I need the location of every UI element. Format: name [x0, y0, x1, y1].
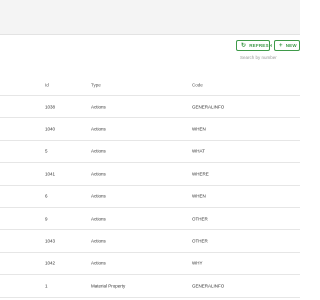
cell-id: 1038 [45, 104, 56, 110]
cell-code: WHAT [192, 148, 205, 154]
cell-code: WHEN [192, 126, 206, 132]
table-header: Id Type Code [0, 74, 300, 96]
cell-code: GENERALINFO [192, 283, 225, 289]
table-row[interactable]: 1038 Actions GENERALINFO [0, 96, 300, 119]
cell-id: 1042 [45, 260, 56, 266]
cell-code: WHERE [192, 171, 209, 177]
cell-code: WHEN [192, 193, 206, 199]
cell-type: Actions [91, 238, 106, 244]
column-header-type[interactable]: Type [91, 82, 101, 87]
refresh-icon: ↻ [241, 42, 247, 49]
cell-id: 1040 [45, 126, 56, 132]
new-button-label: NEW [285, 43, 297, 48]
column-header-id[interactable]: Id [45, 82, 49, 87]
table-row[interactable]: 1043 Actions OTHER [0, 230, 300, 253]
toolbar: ↻ REFRESH + NEW [236, 40, 300, 51]
cell-id: 5 [45, 148, 48, 154]
table-row[interactable]: 6 Actions WHEN [0, 186, 300, 208]
table-row[interactable]: 9 Actions OTHER [0, 208, 300, 231]
cell-code: GENERALINFO [192, 104, 225, 110]
cell-type: Actions [91, 126, 106, 132]
cell-id: 1043 [45, 238, 56, 244]
table-row[interactable]: 1042 Actions WHY [0, 253, 300, 276]
cell-type: Actions [91, 260, 106, 266]
cell-id: 6 [45, 193, 48, 199]
refresh-button[interactable]: ↻ REFRESH [236, 40, 273, 51]
cell-type: Actions [91, 104, 106, 110]
table-row[interactable]: 1040 Actions WHEN [0, 118, 300, 141]
plus-icon: + [279, 42, 283, 49]
cell-code: OTHER [192, 216, 208, 222]
cell-id: 1 [45, 283, 48, 289]
cell-type: Actions [91, 216, 106, 222]
table-row[interactable]: 1 Material Property GENERALINFO [0, 275, 300, 298]
top-bar [0, 0, 300, 35]
cell-type: Material Property [91, 283, 126, 289]
cell-type: Actions [91, 148, 106, 154]
cell-code: OTHER [192, 238, 208, 244]
data-table: Id Type Code 1038 Actions GENERALINFO 10… [0, 74, 300, 298]
cell-type: Actions [91, 193, 106, 199]
cell-id: 9 [45, 216, 48, 222]
refresh-button-label: REFRESH [249, 43, 273, 48]
cell-id: 1041 [45, 171, 56, 177]
column-header-code[interactable]: Code [192, 82, 203, 87]
search-input[interactable] [240, 53, 278, 61]
table-row[interactable]: 1041 Actions WHERE [0, 163, 300, 186]
cell-type: Actions [91, 171, 106, 177]
cell-code: WHY [192, 260, 203, 266]
table-row[interactable]: 5 Actions WHAT [0, 141, 300, 164]
new-button[interactable]: + NEW [274, 40, 300, 51]
